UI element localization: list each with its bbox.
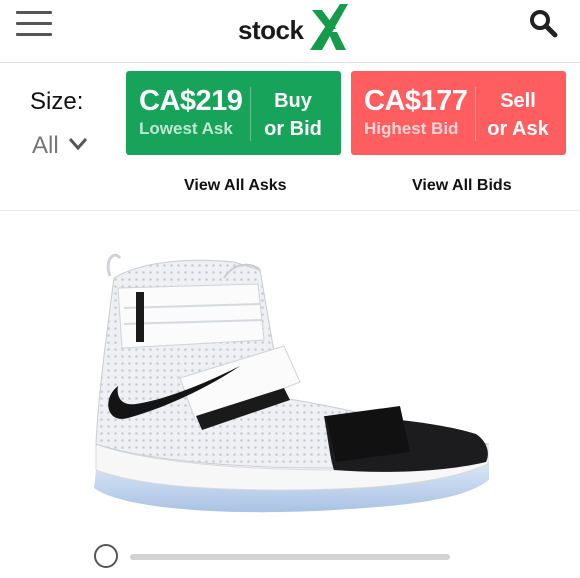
sneaker-product-image[interactable] <box>84 248 496 530</box>
button-divider <box>475 87 476 141</box>
buy-or-bid-label: Buy or Bid <box>252 87 334 143</box>
size-label: Size: <box>30 88 84 115</box>
size-selected-value: All <box>32 132 59 159</box>
lowest-ask-price: CA$219 <box>139 85 243 117</box>
image-slider-track[interactable] <box>130 554 450 560</box>
radio-circle-icon[interactable] <box>94 544 118 568</box>
lowest-ask-caption: Lowest Ask <box>139 119 233 138</box>
chevron-down-icon <box>68 138 88 151</box>
sell-label: Sell <box>500 90 536 112</box>
sell-or-ask-button[interactable]: CA$177 Highest Bid Sell or Ask <box>351 71 566 155</box>
buy-label: Buy <box>274 90 312 112</box>
search-icon[interactable] <box>528 8 558 38</box>
logo-x-mark <box>310 4 348 50</box>
highest-bid-caption: Highest Bid <box>364 119 459 138</box>
size-dropdown[interactable]: All <box>32 130 94 160</box>
top-header: stock <box>0 0 580 63</box>
section-divider <box>0 210 580 211</box>
or-ask-label: or Ask <box>487 118 549 140</box>
buy-or-bid-button[interactable]: CA$219 Lowest Ask Buy or Bid <box>126 71 341 155</box>
button-divider <box>250 87 251 141</box>
sell-or-ask-label: Sell or Ask <box>477 87 559 143</box>
or-bid-label: or Bid <box>264 118 322 140</box>
highest-bid-price: CA$177 <box>364 85 468 117</box>
view-all-bids-link[interactable]: View All Bids <box>412 177 512 195</box>
view-all-asks-link[interactable]: View All Asks <box>184 177 287 195</box>
hamburger-menu-icon[interactable] <box>16 11 52 37</box>
logo-text: stock <box>238 15 304 45</box>
stockx-logo[interactable]: stock <box>236 4 348 54</box>
